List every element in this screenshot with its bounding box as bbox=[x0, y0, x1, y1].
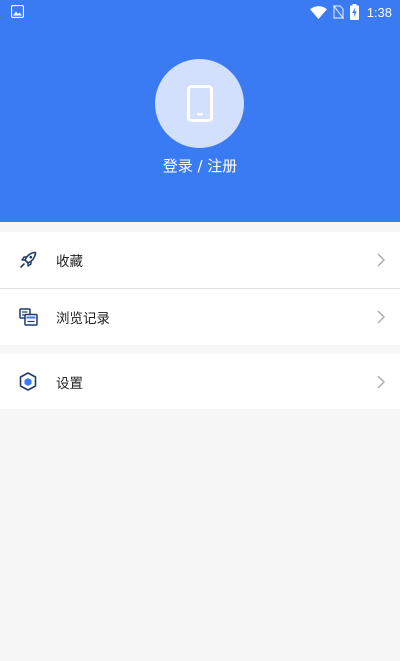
battery-charging-icon bbox=[349, 4, 359, 20]
menu-item-history-label: 浏览记录 bbox=[56, 311, 110, 327]
menu-card-primary: 收藏 浏览记录 bbox=[0, 232, 400, 345]
menu-item-settings[interactable]: 设置 bbox=[0, 354, 400, 409]
status-icons: 1:38 bbox=[309, 3, 392, 21]
menu-item-history[interactable]: 浏览记录 bbox=[0, 289, 400, 345]
menu-card-secondary: 设置 bbox=[0, 354, 400, 409]
menu-item-favorites[interactable]: 收藏 bbox=[0, 232, 400, 288]
no-sim-icon bbox=[332, 5, 344, 19]
profile-header: 1:38 登录 / 注册 bbox=[0, 0, 400, 222]
cube-settings-icon bbox=[18, 372, 38, 392]
history-icon bbox=[18, 307, 38, 327]
chevron-right-icon bbox=[377, 310, 385, 324]
chevron-right-icon bbox=[377, 375, 385, 388]
rocket-icon bbox=[18, 250, 38, 270]
phone-icon bbox=[186, 85, 213, 122]
status-bar: 1:38 bbox=[0, 0, 400, 24]
status-time: 1:38 bbox=[366, 4, 392, 20]
image-icon bbox=[11, 5, 24, 18]
chevron-right-icon bbox=[377, 253, 385, 267]
avatar[interactable] bbox=[155, 59, 244, 148]
menu-item-favorites-label: 收藏 bbox=[56, 254, 83, 270]
login-register-link[interactable]: 登录 / 注册 bbox=[0, 155, 400, 176]
menu-item-settings-label: 设置 bbox=[56, 375, 83, 392]
wifi-icon bbox=[309, 5, 327, 19]
